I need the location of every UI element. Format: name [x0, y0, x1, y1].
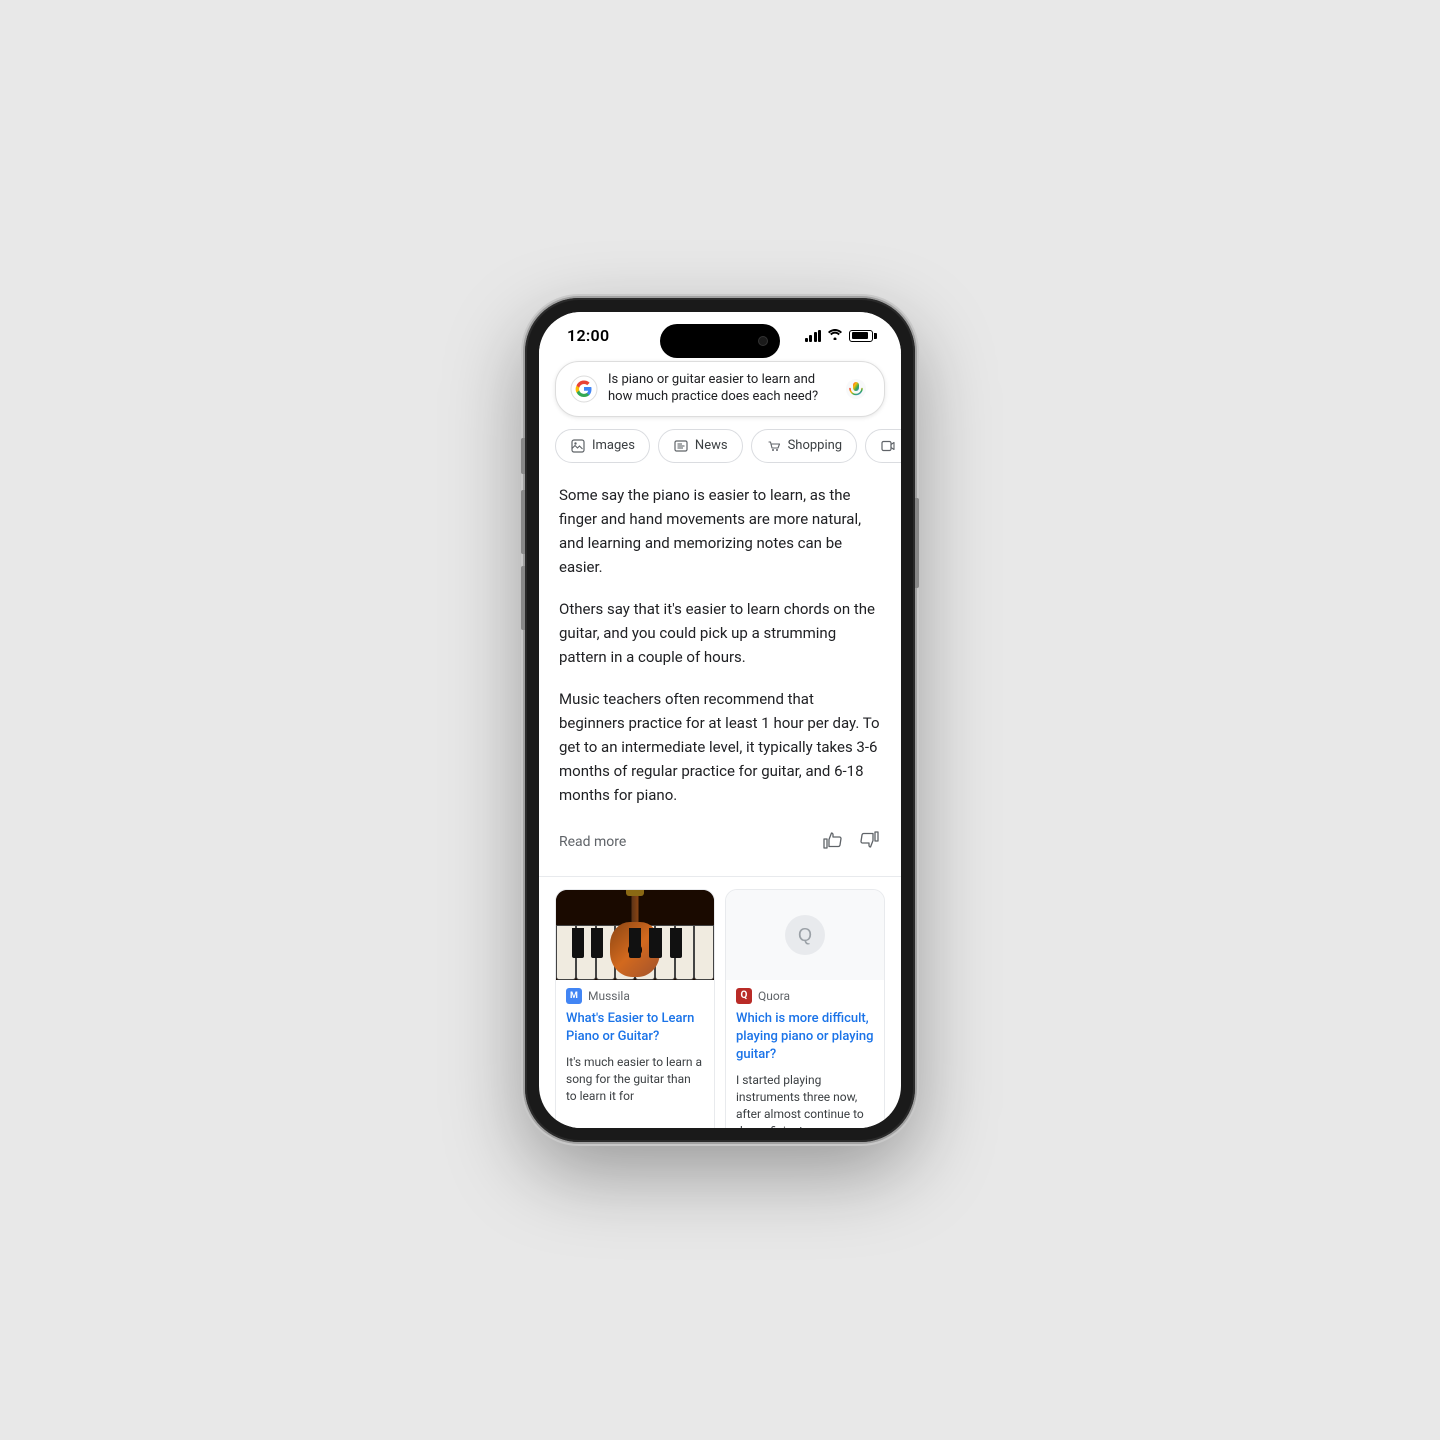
- phone-screen: 12:00: [539, 312, 901, 1128]
- content-divider: [539, 876, 901, 877]
- quora-source-name: Quora: [758, 989, 790, 1003]
- signal-icon: [805, 330, 822, 342]
- card-quora-image: Q: [726, 890, 884, 980]
- status-bar: 12:00: [539, 312, 901, 353]
- card-mussila-image: [556, 890, 714, 980]
- tab-images-label: Images: [592, 438, 635, 453]
- answer-paragraph-1: Some say the piano is easier to learn, a…: [559, 483, 881, 579]
- phone-device: 12:00: [525, 298, 915, 1142]
- news-tab-icon: [673, 438, 689, 454]
- quora-placeholder-icon: Q: [780, 910, 830, 960]
- google-logo: [570, 375, 598, 403]
- card-mussila-source: M Mussila: [556, 980, 714, 1008]
- filter-tabs: Images News: [539, 429, 901, 475]
- tab-shopping[interactable]: Shopping: [751, 429, 858, 463]
- thumbs-up-button[interactable]: [821, 829, 843, 856]
- volume-up-button[interactable]: [521, 490, 525, 554]
- mute-button[interactable]: [521, 438, 525, 474]
- tab-images[interactable]: Images: [555, 429, 650, 463]
- tab-news-label: News: [695, 438, 728, 453]
- power-button[interactable]: [915, 498, 919, 588]
- signal-bar-1: [805, 338, 808, 342]
- signal-bar-4: [818, 330, 821, 342]
- screen-content[interactable]: Is piano or guitar easier to learn and h…: [539, 353, 901, 1128]
- card-quora-title[interactable]: Which is more difficult, playing piano o…: [726, 1008, 884, 1071]
- card-quora[interactable]: Q Q Quora Which is more difficult, playi…: [725, 889, 885, 1128]
- card-quora-source: Q Quora: [726, 980, 884, 1008]
- thumbs-down-button[interactable]: [859, 829, 881, 856]
- mussila-favicon-letter: M: [570, 991, 578, 1001]
- dynamic-island: [660, 324, 780, 358]
- answer-paragraph-3: Music teachers often recommend that begi…: [559, 687, 881, 807]
- images-tab-icon: [570, 438, 586, 454]
- status-icons: [805, 328, 874, 343]
- camera-dot: [758, 336, 768, 346]
- svg-text:Q: Q: [798, 925, 812, 945]
- answer-section: Some say the piano is easier to learn, a…: [539, 475, 901, 876]
- feedback-row: Read more: [559, 825, 881, 864]
- videos-tab-icon: [880, 438, 896, 454]
- tab-videos[interactable]: Vide...: [865, 429, 901, 463]
- card-mussila-snippet: It's much easier to learn a song for the…: [556, 1052, 714, 1112]
- answer-paragraph-2: Others say that it's easier to learn cho…: [559, 597, 881, 669]
- signal-bar-3: [814, 332, 817, 342]
- card-mussila[interactable]: M Mussila What's Easier to Learn Piano o…: [555, 889, 715, 1128]
- cards-row: M Mussila What's Easier to Learn Piano o…: [539, 889, 901, 1128]
- status-time: 12:00: [567, 326, 609, 345]
- quora-favicon-letter: Q: [741, 990, 748, 1001]
- mussila-favicon: M: [566, 988, 582, 1004]
- mussila-source-name: Mussila: [588, 989, 630, 1003]
- tab-shopping-label: Shopping: [788, 438, 843, 453]
- battery-icon: [849, 330, 873, 342]
- signal-bar-2: [809, 335, 812, 342]
- search-bar[interactable]: Is piano or guitar easier to learn and h…: [555, 361, 885, 417]
- feedback-icons: [821, 829, 881, 856]
- tab-news[interactable]: News: [658, 429, 743, 463]
- quora-favicon: Q: [736, 988, 752, 1004]
- card-mussila-title[interactable]: What's Easier to Learn Piano or Guitar?: [556, 1008, 714, 1052]
- mic-icon[interactable]: [842, 375, 870, 403]
- card-quora-snippet: I started playing instruments three now,…: [726, 1070, 884, 1128]
- read-more-link[interactable]: Read more: [559, 834, 626, 850]
- volume-down-button[interactable]: [521, 566, 525, 630]
- battery-fill: [852, 332, 868, 339]
- search-query-text: Is piano or guitar easier to learn and h…: [608, 372, 832, 406]
- wifi-icon: [827, 328, 843, 343]
- shopping-tab-icon: [766, 438, 782, 454]
